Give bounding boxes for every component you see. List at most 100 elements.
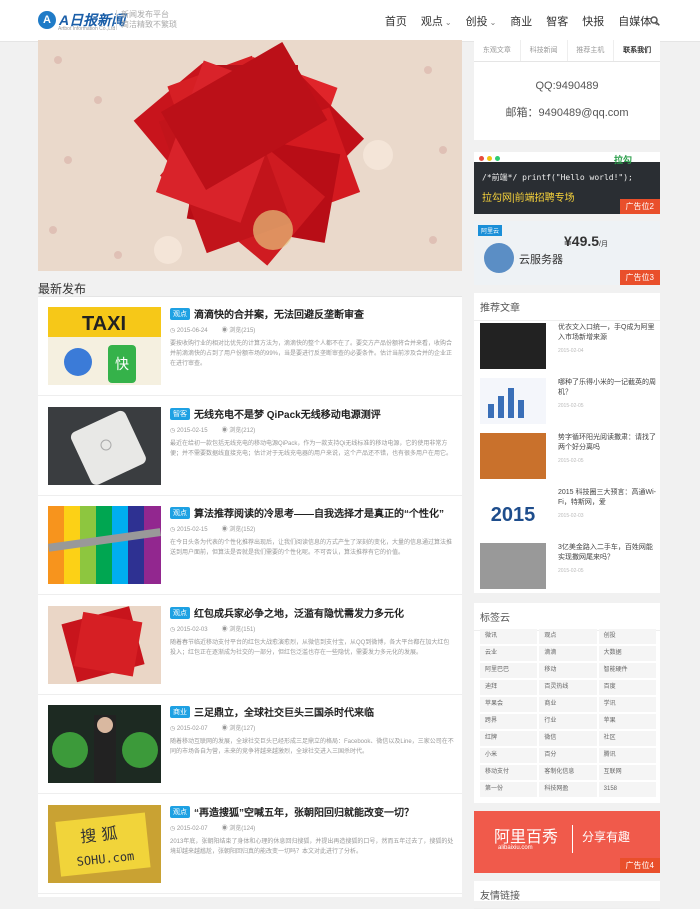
hero-image[interactable]: [38, 40, 462, 271]
tag-link[interactable]: 第一份: [480, 782, 538, 797]
recommend-item[interactable]: 势字循环阳光阅读撒肃：请找了两个好分离吗 2015-02-05: [480, 433, 658, 479]
search-icon[interactable]: [650, 16, 660, 26]
recommend-title[interactable]: 3亿美金路入二手车，百姓网能实现撒网尾来吗？: [558, 543, 656, 563]
tag-link[interactable]: 红牌: [480, 731, 538, 746]
article-thumbnail[interactable]: [48, 705, 161, 783]
tag-link[interactable]: 百度: [598, 680, 656, 695]
tag-link[interactable]: 滴滴: [539, 646, 597, 661]
article-title[interactable]: 三足鼎立，全球社交巨头三国杀时代来临: [194, 704, 374, 719]
ad-slot-2[interactable]: 拉勾 /*前端*/ printf("Hello world!"); 拉勾网|前端…: [474, 152, 660, 214]
recommend-thumbnail[interactable]: 2015: [480, 488, 546, 534]
tag-row: 微讯 观点 创投: [480, 629, 656, 644]
nav-item[interactable]: 商业: [510, 13, 532, 29]
article-thumbnail[interactable]: [48, 605, 161, 684]
tag-link[interactable]: 腾讯: [598, 748, 656, 763]
nav-item[interactable]: 创投 ⌄: [466, 13, 497, 29]
tag-link[interactable]: 客制化信息: [539, 765, 597, 780]
recommend-item[interactable]: 2015 2015 科技圈三大预言：高通Wi-Fi，特斯网，爱 2015-02-03: [480, 488, 658, 534]
recommend-thumbnail[interactable]: [480, 378, 546, 424]
site-logo[interactable]: A A日报新闻 Artbot Information Co.,Ltd: [38, 11, 125, 32]
tag-link[interactable]: 商业: [539, 697, 597, 712]
recommend-title[interactable]: 2015 科技圈三大预言：高通Wi-Fi，特斯网，爱: [558, 488, 656, 508]
tagline-line-1: 新闻发布平台: [121, 10, 169, 19]
tag-link[interactable]: 微讯: [480, 629, 538, 644]
article-title[interactable]: 算法推荐阅读的冷思考——自我选择才是真正的“个性化”: [194, 505, 444, 520]
recommend-thumbnail[interactable]: [480, 433, 546, 479]
category-badge[interactable]: 观点: [170, 805, 190, 818]
list-item[interactable]: 观点 红包成兵家必争之地，泛滥有隐忧需发力多元化 ◷ 2015-02-03 ◉ 浏览(…: [38, 596, 462, 695]
recommend-thumbnail[interactable]: [480, 323, 546, 369]
tag-link[interactable]: 移动: [539, 663, 597, 678]
category-badge[interactable]: 观点: [170, 606, 190, 619]
article-thumbnail[interactable]: [48, 506, 161, 584]
ad-slot-4[interactable]: 阿里百秀 alibaixiu.com 分享有趣 广告位4: [474, 811, 660, 873]
list-item[interactable]: TAXI 快 观点 滴滴快的合并案，无法回避反垄断审查 ◷ 2015-06-24 ◉ 浏览…: [38, 297, 462, 396]
list-item[interactable]: 观点 算法推荐阅读的冷思考——自我选择才是真正的“个性化” ◷ 2015-02-15…: [38, 496, 462, 595]
tag-link[interactable]: 3158: [598, 782, 656, 797]
tag-link[interactable]: 百分: [539, 748, 597, 763]
article-date: 2015-02-03: [176, 626, 208, 633]
recommend-item[interactable]: 3亿美金路入二手车，百姓网能实现撒网尾来吗？ 2015-02-05: [480, 543, 658, 589]
tag-link[interactable]: 大数据: [598, 646, 656, 661]
article-title[interactable]: “再造搜狐”空喊五年，张朝阳回归就能改变一切？: [194, 804, 414, 819]
category-badge[interactable]: 智客: [170, 407, 190, 420]
tag-link[interactable]: 社区: [598, 731, 656, 746]
article-title[interactable]: 红包成兵家必争之地，泛滥有隐忧需发力多元化: [194, 605, 404, 620]
tag-cloud-title: 标签云: [474, 603, 660, 631]
ad-code: /*前端*/ printf("Hello world!");: [482, 173, 633, 182]
tab-item[interactable]: 推荐主机: [568, 40, 615, 61]
recommend-date: 2015-02-03: [558, 513, 584, 519]
recommend-item[interactable]: 哪种了乐得小米的一记截英的周机？ 2015-02-05: [480, 378, 658, 424]
tag-link[interactable]: 观点: [539, 629, 597, 644]
tag-link[interactable]: 学讯: [598, 697, 656, 712]
tag-link[interactable]: 行业: [539, 714, 597, 729]
tag-link[interactable]: 阿里巴巴: [480, 663, 538, 678]
category-badge[interactable]: 商业: [170, 706, 190, 718]
recommend-title[interactable]: 哪种了乐得小米的一记截英的周机？: [558, 378, 656, 398]
nav-item[interactable]: 智客: [546, 13, 568, 29]
site-header: A A日报新闻 Artbot Information Co.,Ltd 新闻发布平…: [0, 0, 700, 42]
tag-link[interactable]: 智能硬件: [598, 663, 656, 678]
tag-link[interactable]: 互联网: [598, 765, 656, 780]
recommend-title[interactable]: 优衣文入口统一，手Q成为阿里入市场新增来源: [558, 323, 656, 343]
article-excerpt: 在今日头条为代表的个性化推荐出现后，让我们阅读信息的方式产生了深刻的变化，大量的…: [170, 540, 453, 556]
aliyun-logo: 阿里云: [478, 225, 503, 236]
article-title[interactable]: 无线充电不是梦 QiPack无线移动电源测评: [194, 406, 381, 421]
latest-section-title: 最新发布: [38, 282, 87, 296]
list-item[interactable]: 智客 无线充电不是梦 QiPack无线移动电源测评 ◷ 2015-02-15 ◉ 浏览…: [38, 397, 462, 496]
category-badge[interactable]: 观点: [170, 507, 190, 519]
tag-link[interactable]: 微信: [539, 731, 597, 746]
article-title[interactable]: 滴滴快的合并案，无法回避反垄断审查: [194, 306, 364, 321]
tab-item[interactable]: 东观文章: [474, 40, 521, 61]
article-thumbnail[interactable]: [48, 406, 161, 485]
tag-row: 苹果会 商业 学讯: [480, 697, 656, 712]
tag-link[interactable]: 迪拜: [480, 680, 538, 695]
nav-item[interactable]: 首页: [385, 13, 407, 29]
tag-link[interactable]: 跨界: [480, 714, 538, 729]
email-address: 邮箱：9490489@qq.com: [505, 107, 629, 119]
ad-slot-3[interactable]: 阿里云 ¥49.5/月 云服务器 广告位3: [474, 221, 660, 285]
ad-brand: 阿里百秀: [494, 829, 559, 846]
list-item[interactable]: 搜 狐 SOHU.com 观点 “再造搜狐”空喊五年，张朝阳回归就能改变一切？ ◷ 20…: [38, 795, 462, 894]
recommend-item[interactable]: 优衣文入口统一，手Q成为阿里入市场新增来源 2015-02-04: [480, 323, 658, 369]
list-item[interactable]: 商业 三足鼎立，全球社交巨头三国杀时代来临 ◷ 2015-02-07 ◉ 浏览(127…: [38, 695, 462, 794]
tag-link[interactable]: 苹果会: [480, 697, 538, 712]
tag-link[interactable]: 苹果: [598, 714, 656, 729]
nav-item[interactable]: 观点 ⌄: [421, 13, 452, 29]
tag-link[interactable]: 创投: [598, 629, 656, 644]
tag-link[interactable]: 云业: [480, 646, 538, 661]
tag-link[interactable]: 小米: [480, 748, 538, 763]
dot-icon: [487, 156, 492, 161]
tag-link[interactable]: 百灵热线: [539, 680, 597, 695]
nav-item[interactable]: 快报: [582, 13, 604, 29]
article-thumbnail[interactable]: 搜 狐 SOHU.com: [48, 804, 161, 883]
category-badge[interactable]: 观点: [170, 308, 190, 320]
qq-number: QQ:9490489: [535, 80, 599, 92]
tab-item[interactable]: 联系我们: [614, 40, 660, 61]
article-thumbnail[interactable]: TAXI 快: [48, 307, 161, 385]
tab-item[interactable]: 科技新闻: [521, 40, 568, 61]
tag-link[interactable]: 移动支付: [480, 765, 538, 780]
tag-link[interactable]: 科技网盈: [539, 782, 597, 797]
recommend-thumbnail[interactable]: [480, 543, 546, 589]
recommend-title[interactable]: 势字循环阳光阅读撒肃：请找了两个好分离吗: [558, 433, 656, 453]
